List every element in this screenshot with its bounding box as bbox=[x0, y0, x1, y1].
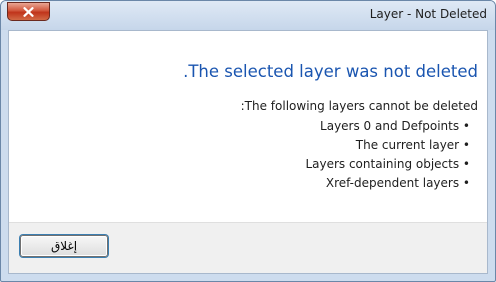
reason-item: The current layer • bbox=[355, 138, 470, 152]
message-area: .The selected layer was not deleted :The… bbox=[9, 31, 487, 225]
reason-item: Layers 0 and Defpoints • bbox=[320, 119, 470, 133]
message-intro: :The following layers cannot be deleted bbox=[240, 99, 478, 113]
reason-item: Xref-dependent layers • bbox=[325, 176, 470, 190]
close-button[interactable]: إغلاق bbox=[20, 235, 108, 257]
reason-item: Layers containing objects • bbox=[305, 157, 470, 171]
button-bar: إغلاق bbox=[9, 222, 487, 273]
close-icon bbox=[23, 6, 34, 17]
title-bar: Layer - Not Deleted bbox=[1, 1, 495, 30]
main-instruction: .The selected layer was not deleted bbox=[183, 62, 478, 81]
reason-list: Layers 0 and Defpoints • The current lay… bbox=[305, 117, 470, 193]
window-title: Layer - Not Deleted bbox=[369, 7, 487, 21]
dialog-client: .The selected layer was not deleted :The… bbox=[8, 30, 488, 274]
window-close-button[interactable] bbox=[7, 2, 50, 21]
dialog-window: Layer - Not Deleted .The selected layer … bbox=[0, 0, 496, 282]
